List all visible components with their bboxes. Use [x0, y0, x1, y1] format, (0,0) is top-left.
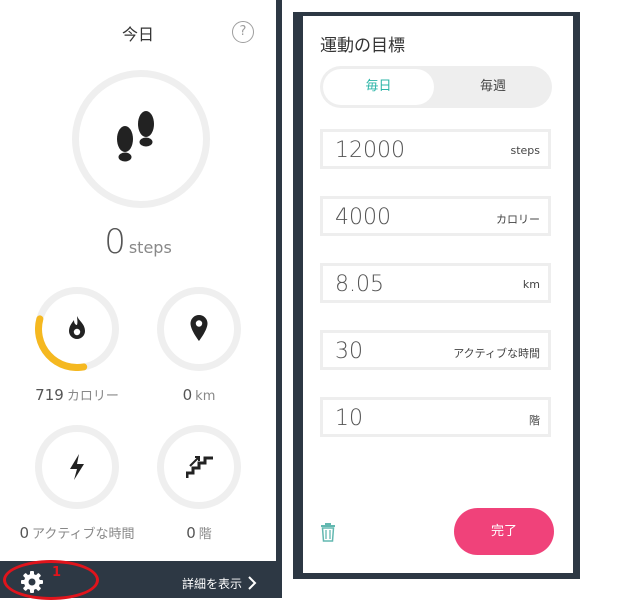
map-pin-icon — [190, 315, 208, 341]
calories-unit: カロリー — [66, 389, 119, 404]
annotation-number: 1 — [52, 565, 62, 580]
floors-value: 0 — [186, 524, 196, 542]
calories-goal-field[interactable]: 4000 カロリー — [320, 196, 551, 236]
goals-title: 運動の目標 — [320, 36, 405, 56]
done-button[interactable]: 完了 — [454, 508, 554, 555]
tab-weekly[interactable]: 毎週 — [437, 69, 549, 105]
active-minutes-value: 0 — [19, 524, 29, 542]
steps-goal-value: 12000 — [335, 138, 405, 163]
chevron-right-icon[interactable] — [247, 576, 257, 590]
tab-daily[interactable]: 毎日 — [323, 69, 434, 105]
active-minutes-goal-unit: アクティブな時間 — [453, 347, 540, 360]
lightning-icon — [70, 454, 84, 480]
distance-goal-value: 8.05 — [335, 272, 384, 297]
active-minutes-stat-label: 0 アクティブな時間 — [17, 523, 137, 542]
distance-goal-field[interactable]: 8.05 km — [320, 263, 551, 303]
show-details-link[interactable]: 詳細を表示 — [182, 575, 242, 592]
steps-unit: steps — [128, 238, 172, 257]
floors-goal-unit: 階 — [529, 414, 540, 427]
steps-goal-field[interactable]: 12000 steps — [320, 129, 551, 169]
active-minutes-goal-field[interactable]: 30 アクティブな時間 — [320, 330, 551, 370]
help-button[interactable]: ? — [232, 21, 254, 43]
footprints-icon — [117, 111, 154, 162]
steps-readout: 0 steps — [0, 222, 276, 262]
distance-stat-label: 0 km — [139, 385, 259, 404]
floors-unit: 階 — [198, 527, 212, 542]
floors-goal-value: 10 — [335, 406, 363, 431]
calories-stat-label: 719 カロリー — [17, 385, 137, 404]
steps-goal-unit: steps — [510, 144, 540, 157]
distance-unit: km — [195, 389, 216, 404]
calories-value: 719 — [35, 386, 64, 404]
active-minutes-unit: アクティブな時間 — [31, 527, 135, 542]
stairs-icon — [186, 456, 213, 478]
floors-stat-label: 0階 — [139, 523, 259, 542]
annotation-ellipse — [3, 560, 99, 600]
distance-goal-unit: km — [522, 278, 540, 291]
calories-goal-unit: カロリー — [496, 213, 540, 226]
distance-value: 0 — [182, 386, 193, 404]
trash-icon[interactable] — [320, 522, 336, 542]
floors-goal-field[interactable]: 10 階 — [320, 397, 551, 437]
flame-icon — [69, 316, 85, 339]
active-minutes-goal-value: 30 — [335, 339, 363, 364]
steps-value: 0 — [104, 222, 126, 262]
calories-goal-value: 4000 — [335, 205, 391, 230]
